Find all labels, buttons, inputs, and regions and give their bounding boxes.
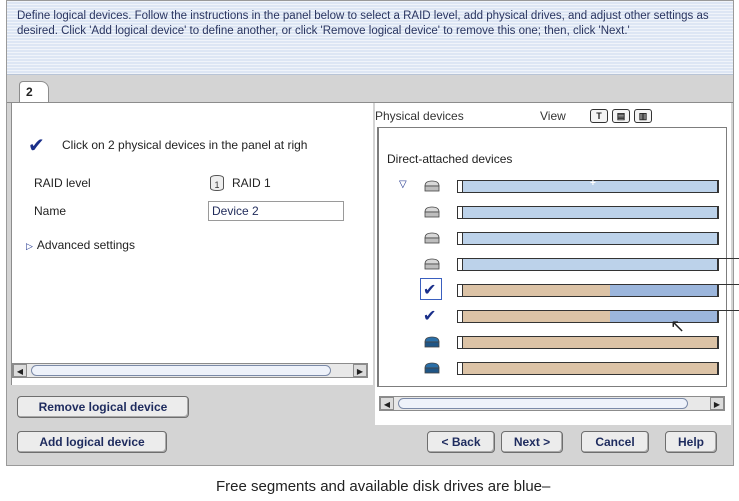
disk-space-bar[interactable] <box>457 284 719 297</box>
logical-device-panel: ✔ Click on 2 physical devices in the pan… <box>11 103 373 385</box>
checkmark-icon: ✔ <box>28 135 45 157</box>
used-segment <box>463 285 611 296</box>
right-horizontal-scrollbar[interactable]: ◀ ▶ <box>379 396 725 411</box>
direct-attached-title: Direct-attached devices <box>387 152 513 166</box>
device-row[interactable]: ▽ + <box>387 176 722 196</box>
mouse-cursor-icon: ↖ <box>670 316 686 336</box>
devices-list-box: Direct-attached devices ▽ + ✔ ✔ ◀ ▶ <box>377 127 727 411</box>
free-segment[interactable] <box>463 233 717 244</box>
device-row[interactable]: ✔ <box>387 278 722 300</box>
callout-line <box>716 310 739 311</box>
raid-disk-icon: 1 <box>210 175 224 191</box>
disk-drive-icon[interactable] <box>423 180 441 192</box>
selected-disk-check-icon[interactable]: ✔ <box>423 280 436 300</box>
disk-drive-icon[interactable] <box>423 206 441 218</box>
disk-space-bar[interactable] <box>457 232 719 245</box>
disk-drive-icon[interactable] <box>423 336 441 348</box>
disk-space-bar[interactable] <box>457 206 719 219</box>
add-logical-device-button[interactable]: Add logical device <box>17 431 167 453</box>
back-button[interactable]: < Back <box>427 431 495 453</box>
help-button[interactable]: Help <box>665 431 717 453</box>
instructions-banner: Define logical devices. Follow the instr… <box>7 1 733 75</box>
remove-logical-device-button[interactable]: Remove logical device <box>17 396 189 418</box>
disk-space-bar[interactable]: + <box>457 178 719 193</box>
collapse-triangle-icon[interactable]: ▽ <box>399 179 407 190</box>
disk-space-bar[interactable] <box>457 336 719 349</box>
wizard-frame: Define logical devices. Follow the instr… <box>6 0 734 466</box>
used-segment <box>463 311 611 322</box>
advanced-settings-label: Advanced settings <box>36 238 135 252</box>
disk-drive-icon[interactable] <box>423 232 441 244</box>
physical-devices-panel: Physical devices View T ▤ ▥ Direct-attac… <box>375 103 731 425</box>
view-label: View <box>540 109 566 123</box>
device-name-input[interactable] <box>208 201 344 221</box>
used-segment <box>463 337 717 348</box>
callout-line <box>716 284 739 285</box>
scroll-right-arrow-icon[interactable]: ▶ <box>353 364 367 377</box>
scroll-left-arrow-icon[interactable]: ◀ <box>13 364 27 377</box>
scroll-right-arrow-icon[interactable]: ▶ <box>710 397 724 410</box>
device-row[interactable] <box>387 254 722 274</box>
used-segment <box>463 363 717 374</box>
raid-level-label: RAID level <box>34 176 91 190</box>
raid-level-value[interactable]: RAID 1 <box>232 176 271 190</box>
name-label: Name <box>34 204 67 218</box>
advanced-settings-toggle[interactable]: ▷ Advanced settings <box>26 238 135 252</box>
expand-triangle-icon: ▷ <box>26 241 33 251</box>
free-segment[interactable] <box>463 207 717 218</box>
disk-space-bar[interactable] <box>457 362 719 375</box>
tab-logical-device-2[interactable]: 2 <box>19 81 49 103</box>
disk-drive-icon[interactable] <box>423 362 441 374</box>
scroll-left-arrow-icon[interactable]: ◀ <box>380 397 394 410</box>
view-detail-button[interactable]: ▥ <box>634 109 652 123</box>
left-horizontal-scrollbar[interactable]: ◀ ▶ <box>12 363 368 378</box>
free-segment[interactable]: + <box>463 178 717 192</box>
next-button[interactable]: Next > <box>501 431 563 453</box>
physical-devices-title: Physical devices <box>375 109 464 123</box>
view-list-button[interactable]: ▤ <box>612 109 630 123</box>
selected-free-segment[interactable] <box>610 311 717 322</box>
scroll-thumb[interactable] <box>31 365 331 376</box>
disk-drive-icon[interactable] <box>423 258 441 270</box>
figure-caption: Free segments and available disk drives … <box>216 478 551 495</box>
step-instruction: Click on 2 physical devices in the panel… <box>62 138 308 152</box>
device-row[interactable] <box>387 202 722 222</box>
disk-space-bar[interactable] <box>457 258 719 271</box>
cancel-button[interactable]: Cancel <box>581 431 649 453</box>
callout-line <box>716 258 739 259</box>
scroll-thumb[interactable] <box>398 398 688 409</box>
selected-free-segment[interactable] <box>610 285 717 296</box>
selected-disk-check-icon[interactable]: ✔ <box>423 306 436 326</box>
free-segment[interactable] <box>463 259 717 270</box>
plus-marker: + <box>590 178 596 189</box>
device-row[interactable] <box>387 358 722 378</box>
device-row[interactable] <box>387 228 722 248</box>
view-text-button[interactable]: T <box>590 109 608 123</box>
